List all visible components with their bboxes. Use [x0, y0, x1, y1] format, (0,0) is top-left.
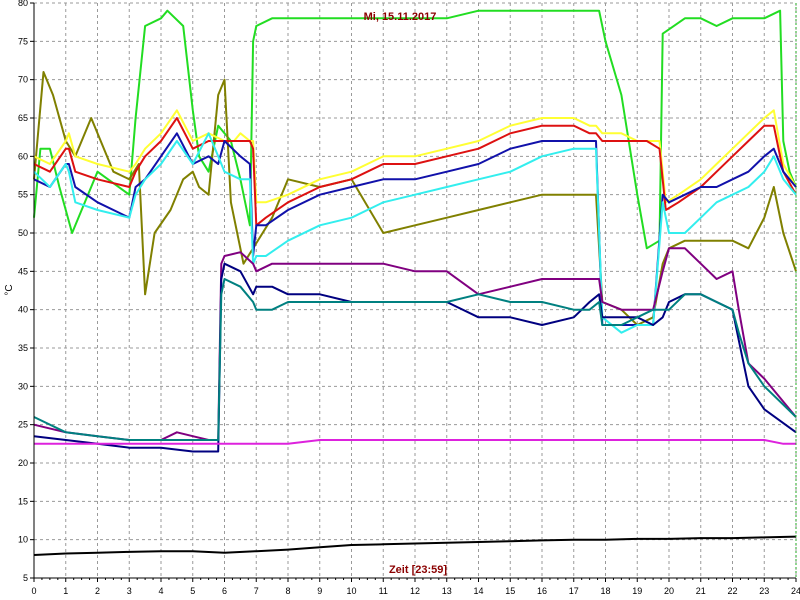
- temperature-chart: 0 1 2 3 4 5 6 7 8 9 10 11 12 13 14 15 16 17 18 19 20 21 22 23 24…: [0, 0, 800, 600]
- y-tick-label: 10: [18, 535, 28, 545]
- y-tick-label: 65: [18, 113, 28, 123]
- x-tick-label: 9: [317, 586, 322, 596]
- x-tick-label: 10: [346, 586, 356, 596]
- x-tick-label: 23: [759, 586, 769, 596]
- x-tick-label: 11: [379, 586, 388, 596]
- x-axis-label: Zeit [23:59]: [389, 564, 447, 576]
- x-tick-label: 5: [190, 586, 195, 596]
- y-tick-label: 5: [23, 573, 28, 583]
- x-tick-label: 19: [632, 586, 642, 596]
- x-tick-label: 4: [158, 586, 163, 596]
- x-tick-label: 2: [95, 586, 100, 596]
- x-tick-label: 1: [63, 586, 68, 596]
- y-tick-label: 50: [18, 228, 28, 238]
- chart-title: Mi, 15.11.2017: [364, 11, 437, 23]
- y-tick-label: 20: [18, 458, 28, 468]
- y-tick-label: 80: [18, 0, 28, 8]
- y-tick-label: 25: [18, 420, 28, 430]
- x-tick-label: 16: [537, 586, 547, 596]
- x-tick-label: 24: [791, 586, 800, 596]
- x-tick-label: 8: [285, 586, 290, 596]
- y-tick-label: 15: [18, 496, 28, 506]
- x-tick-label: 17: [569, 586, 579, 596]
- y-tick-label: 60: [18, 151, 28, 161]
- x-tick-label: 15: [505, 586, 515, 596]
- x-tick-label: 13: [442, 586, 452, 596]
- y-tick-label: 40: [18, 305, 28, 315]
- x-tick-label: 18: [600, 586, 610, 596]
- y-tick-label: 35: [18, 343, 28, 353]
- x-tick-label: 0: [31, 586, 36, 596]
- x-tick-label: 14: [473, 586, 483, 596]
- x-tick-label: 6: [222, 586, 227, 596]
- x-tick-label: 20: [664, 586, 674, 596]
- x-tick-label: 12: [410, 586, 420, 596]
- x-tick-label: 3: [127, 586, 132, 596]
- y-tick-label: 45: [18, 266, 28, 276]
- x-tick-label: 21: [696, 586, 706, 596]
- y-tick-label: 30: [18, 381, 28, 391]
- y-tick-label: 75: [18, 36, 28, 46]
- x-tick-label: 22: [727, 586, 737, 596]
- y-tick-label: 55: [18, 190, 28, 200]
- y-tick-label: 70: [18, 75, 28, 85]
- x-tick-label: 7: [254, 586, 259, 596]
- y-axis-label: °C: [4, 284, 15, 295]
